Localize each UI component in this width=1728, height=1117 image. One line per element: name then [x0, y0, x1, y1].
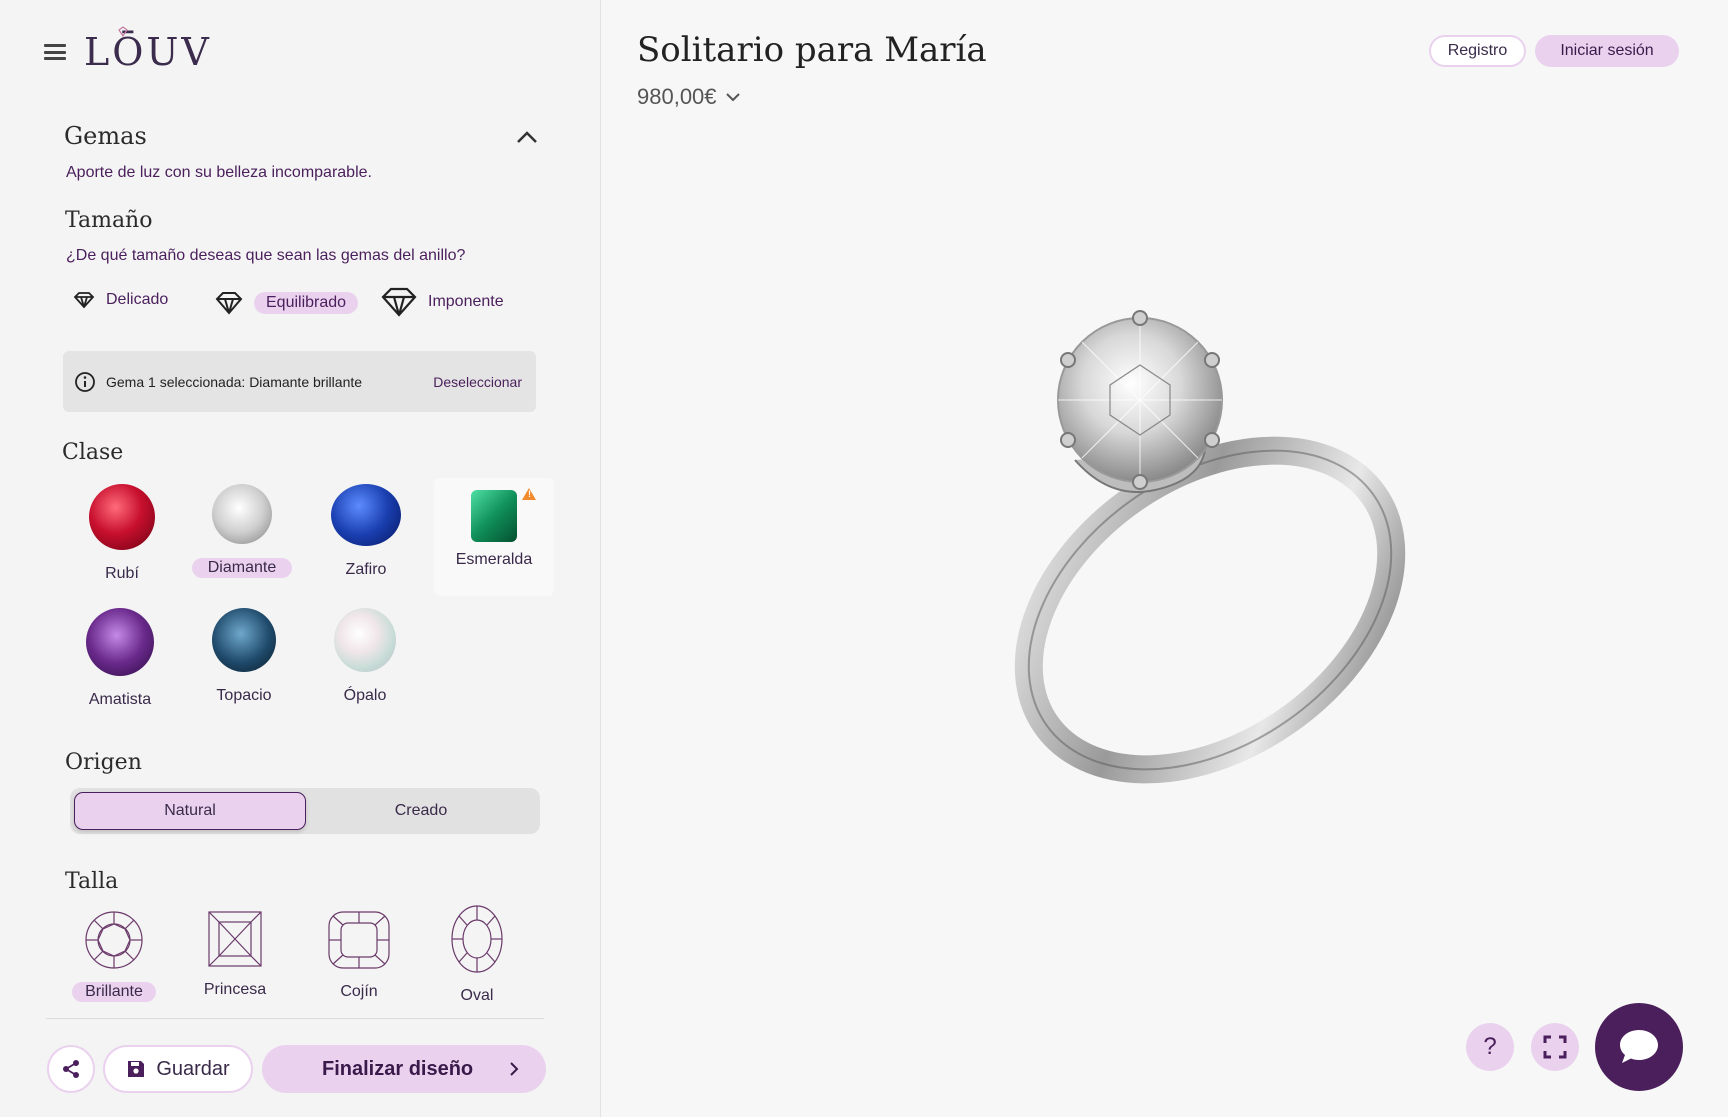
size-option-equilibrado[interactable]: Equilibrado [214, 290, 359, 316]
gem-option-rubi[interactable]: Rubí [62, 484, 182, 584]
diamond-gem-icon [212, 484, 272, 544]
cut-title: Talla [65, 869, 119, 894]
save-button[interactable]: Guardar [103, 1045, 253, 1093]
logo[interactable]: LŌUV [84, 26, 212, 74]
chevron-up-icon[interactable] [516, 130, 538, 144]
gem-label: Diamante [191, 558, 293, 578]
gem-option-amatista[interactable]: Amatista [60, 608, 180, 710]
selection-info-box: Gema 1 seleccionada: Diamante brillante … [63, 351, 536, 412]
finish-design-button[interactable]: Finalizar diseño [262, 1045, 546, 1093]
login-button[interactable]: Iniciar sesión [1535, 35, 1679, 67]
gem-label: Amatista [88, 691, 152, 708]
save-icon [128, 1061, 145, 1077]
origin-title: Origen [65, 750, 142, 775]
origin-option-natural[interactable]: Natural [74, 792, 306, 830]
gem-option-diamante[interactable]: Diamante [182, 484, 302, 578]
save-label: Guardar [156, 1057, 230, 1080]
size-option-label: Imponente [428, 293, 504, 310]
register-button[interactable]: Registro [1429, 35, 1526, 67]
ruby-gem-icon [89, 484, 155, 550]
cut-label: Oval [460, 987, 494, 1004]
origin-option-creado[interactable]: Creado [306, 792, 536, 830]
amethyst-gem-icon [86, 608, 154, 676]
diamond-small-icon [73, 292, 95, 309]
design-title: Solitario para María [637, 30, 987, 70]
diamond-medium-icon [215, 292, 243, 315]
logo-text: LŌUV [84, 30, 212, 74]
deselect-link[interactable]: Deseleccionar [433, 374, 522, 390]
gem-label: Topacio [216, 687, 272, 704]
menu-icon[interactable] [44, 44, 66, 60]
sapphire-gem-icon [331, 484, 401, 546]
chat-bubble-icon [1620, 1030, 1658, 1063]
cut-label: Cojín [340, 983, 378, 1000]
size-title: Tamaño [65, 208, 153, 233]
oval-cut-icon [451, 905, 503, 973]
footer-divider [46, 1018, 544, 1019]
gem-label: Zafiro [345, 561, 387, 578]
share-icon [63, 1060, 79, 1078]
section-title: Gemas [64, 122, 147, 150]
cushion-cut-icon [328, 911, 390, 969]
finish-label: Finalizar diseño [322, 1057, 474, 1080]
size-option-delicado[interactable]: Delicado [72, 290, 168, 310]
ring-preview-image [1014, 310, 1406, 784]
gem-option-esmeralda[interactable]: Esmeralda ! [434, 478, 554, 596]
opal-gem-icon [334, 608, 396, 672]
origin-toggle: Natural Creado [70, 788, 540, 834]
class-title: Clase [62, 440, 124, 465]
gem-label: Esmeralda [455, 551, 533, 568]
price-value: 980,00€ [637, 84, 717, 109]
chevron-down-icon [725, 93, 740, 102]
topaz-gem-icon [212, 608, 276, 672]
topbar: LŌUV [44, 26, 212, 76]
gem-label: Rubí [105, 565, 139, 582]
section-subtitle: Aporte de luz con su belleza incomparabl… [66, 164, 372, 181]
gem-option-topacio[interactable]: Topacio [184, 608, 304, 706]
logo-gem-icon [118, 26, 128, 38]
emerald-gem-icon [471, 490, 517, 542]
diamond-large-icon [381, 287, 417, 317]
share-button[interactable] [47, 1045, 95, 1093]
chat-button[interactable] [1595, 1003, 1683, 1091]
size-question: ¿De qué tamaño deseas que sean las gemas… [66, 247, 466, 264]
fullscreen-icon [1543, 1035, 1567, 1059]
fullscreen-button[interactable] [1531, 1023, 1579, 1071]
cut-option-oval[interactable]: Oval [422, 905, 532, 1006]
gem-label: Ópalo [343, 687, 387, 704]
round-cut-icon [85, 911, 143, 969]
cut-label: Princesa [203, 981, 267, 998]
cut-option-brillante[interactable]: Brillante [59, 910, 169, 1002]
size-option-imponente[interactable]: Imponente [380, 286, 504, 318]
cut-option-princesa[interactable]: Princesa [180, 910, 290, 1000]
princess-cut-icon [208, 911, 262, 967]
configurator-panel: LŌUV Gemas Aporte de luz con su belleza … [0, 0, 601, 1117]
help-button[interactable]: ? [1466, 1023, 1514, 1071]
chevron-right-icon [510, 1062, 519, 1076]
cut-option-cojin[interactable]: Cojín [304, 910, 414, 1002]
cut-label: Brillante [72, 982, 156, 1002]
price-dropdown[interactable]: 980,00€ [637, 84, 741, 110]
selection-info-text: Gema 1 seleccionada: Diamante brillante [106, 373, 363, 390]
gem-option-opalo[interactable]: Ópalo [305, 608, 425, 706]
info-icon [75, 371, 95, 392]
gem-option-zafiro[interactable]: Zafiro [306, 484, 426, 580]
size-option-label: Delicado [106, 291, 169, 308]
size-option-label: Equilibrado [254, 292, 359, 314]
